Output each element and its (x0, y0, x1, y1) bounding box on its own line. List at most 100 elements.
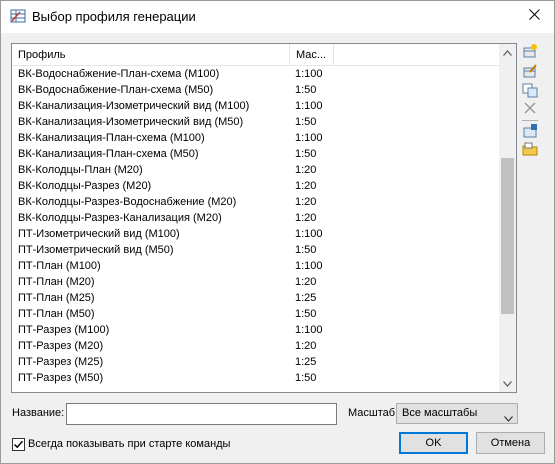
copy-profile-button[interactable] (521, 82, 539, 100)
list-row[interactable]: ВК-Канализация-Изометрический вид (М100)… (12, 98, 501, 114)
list-row[interactable]: ВК-Колодцы-План (М20) 1:20 (12, 162, 501, 178)
profile-name-cell: ВК-Колодцы-Разрез-Водоснабжение (М20) (18, 196, 237, 208)
scale-cell: 1:50 (295, 244, 317, 256)
list-row[interactable]: ПТ-Разрез (М100) 1:100 (12, 322, 501, 338)
scrollbar-thumb[interactable] (501, 157, 514, 314)
profile-name-cell: ВК-Водоснабжение-План-схема (М100) (18, 68, 220, 80)
edit-profile-icon (522, 63, 538, 82)
profile-name-cell: ПТ-План (М25) (18, 292, 95, 304)
list-rows: ВК-Водоснабжение-План-схема (М100) 1:100 В… (12, 66, 501, 386)
scale-cell: 1:20 (295, 164, 317, 176)
profile-name-cell: ВК-Колодцы-Разрез (М20) (18, 180, 152, 192)
list-row[interactable]: ПТ-Разрез (М50) 1:50 (12, 370, 501, 386)
scroll-down-button[interactable] (499, 375, 516, 392)
scale-select[interactable]: Все масштабы (396, 403, 518, 424)
scale-cell: 1:25 (295, 356, 317, 368)
export-folder-button[interactable] (521, 141, 539, 159)
new-profile-button[interactable] (521, 43, 539, 61)
scroll-up-button[interactable] (499, 44, 516, 61)
profile-name-cell: ПТ-План (М20) (18, 276, 95, 288)
dialog-window: Выбор профиля генерации Профиль Мас... В… (0, 0, 555, 464)
list-row[interactable]: ВК-Водоснабжение-План-схема (М100) 1:100 (12, 66, 501, 82)
scale-cell: 1:100 (295, 324, 323, 336)
chevron-down-icon (503, 378, 512, 390)
scale-cell: 1:50 (295, 372, 317, 384)
list-row[interactable]: ПТ-План (М50) 1:50 (12, 306, 501, 322)
list-row[interactable]: ВК-Водоснабжение-План-схема (М50) 1:50 (12, 82, 501, 98)
list-row[interactable]: ПТ-Разрез (М20) 1:20 (12, 338, 501, 354)
list-row[interactable]: ВК-Канализация-План-схема (М100) 1:100 (12, 130, 501, 146)
copy-profile-icon (522, 82, 538, 101)
always-show-label[interactable]: Всегда показывать при старте команды (28, 438, 230, 450)
toolbar-separator (522, 120, 538, 121)
profile-name-cell: ПТ-Разрез (М25) (18, 356, 104, 368)
list-header: Профиль Мас... (12, 44, 501, 66)
list-row[interactable]: ПТ-План (М100) 1:100 (12, 258, 501, 274)
scale-cell: 1:20 (295, 212, 317, 224)
profile-name-cell: ПТ-Разрез (М100) (18, 324, 110, 336)
scale-cell: 1:100 (295, 68, 323, 80)
always-show-checkbox[interactable] (12, 438, 25, 451)
scale-cell: 1:50 (295, 84, 317, 96)
profile-name-cell: ВК-Канализация-Изометрический вид (М100) (18, 100, 250, 112)
list-row[interactable]: ПТ-Изометрический вид (М100) 1:100 (12, 226, 501, 242)
list-row[interactable]: ПТ-План (М25) 1:25 (12, 290, 501, 306)
grid-app-icon (10, 8, 26, 24)
scale-cell: 1:50 (295, 148, 317, 160)
profile-list[interactable]: Профиль Мас... ВК-Водоснабжение-План-схе… (11, 43, 517, 393)
profile-name-cell: ВК-Канализация-План-схема (М100) (18, 132, 205, 144)
scale-cell: 1:100 (295, 100, 323, 112)
scale-cell: 1:20 (295, 180, 317, 192)
checkmark-icon (13, 440, 24, 449)
title-bar: Выбор профиля генерации (1, 1, 554, 33)
scale-cell: 1:100 (295, 260, 323, 272)
delete-icon (524, 101, 536, 117)
import-button[interactable] (521, 123, 539, 141)
column-header-scale[interactable]: Мас... (290, 44, 334, 66)
delete-button[interactable] (521, 100, 539, 118)
profile-name-cell: ВК-Канализация-Изометрический вид (М50) (18, 116, 244, 128)
edit-profile-button[interactable] (521, 63, 539, 81)
list-row[interactable]: ВК-Канализация-План-схема (М50) 1:50 (12, 146, 501, 162)
profile-name-cell: ВК-Водоснабжение-План-схема (М50) (18, 84, 214, 96)
cancel-button[interactable]: Отмена (476, 432, 545, 454)
list-row[interactable]: ПТ-Изометрический вид (М50) 1:50 (12, 242, 501, 258)
scale-cell: 1:20 (295, 340, 317, 352)
profile-name-cell: ПТ-Разрез (М20) (18, 340, 104, 352)
column-header-profile[interactable]: Профиль (12, 44, 290, 66)
profile-name-cell: ПТ-Изометрический вид (М100) (18, 228, 180, 240)
list-row[interactable]: ВК-Колодцы-Разрез-Канализация (М20) 1:20 (12, 210, 501, 226)
window-title: Выбор профиля генерации (32, 9, 196, 24)
profile-name-cell: ПТ-План (М100) (18, 260, 101, 272)
scale-cell: 1:20 (295, 276, 317, 288)
close-icon (528, 9, 540, 23)
name-label: Название: (12, 407, 65, 419)
close-button[interactable] (514, 1, 554, 31)
list-row[interactable]: ВК-Колодцы-Разрез-Водоснабжение (М20) 1:2… (12, 194, 501, 210)
scale-select-value: Все масштабы (402, 407, 478, 419)
scale-cell: 1:100 (295, 228, 323, 240)
ok-button[interactable]: OK (399, 432, 468, 454)
profile-toolbar (521, 43, 541, 163)
chevron-down-icon (504, 410, 513, 422)
profile-name-cell: ВК-Канализация-План-схема (М50) (18, 148, 199, 160)
chevron-up-icon (503, 47, 512, 59)
vertical-scrollbar[interactable] (499, 44, 516, 392)
new-profile-icon (522, 43, 538, 62)
scale-cell: 1:50 (295, 116, 317, 128)
list-row[interactable]: ПТ-План (М20) 1:20 (12, 274, 501, 290)
profile-name-cell: ВК-Колодцы-Разрез-Канализация (М20) (18, 212, 222, 224)
scale-cell: 1:100 (295, 132, 323, 144)
list-row[interactable]: ВК-Колодцы-Разрез (М20) 1:20 (12, 178, 501, 194)
export-folder-icon (522, 141, 538, 160)
profile-name-cell: ПТ-План (М50) (18, 308, 95, 320)
scale-label: Масштаб: (348, 407, 399, 419)
profile-name-cell: ВК-Колодцы-План (М20) (18, 164, 143, 176)
name-input[interactable] (66, 403, 337, 425)
import-icon (522, 123, 538, 142)
scale-cell: 1:20 (295, 196, 317, 208)
list-row[interactable]: ВК-Канализация-Изометрический вид (М50) 1… (12, 114, 501, 130)
profile-name-cell: ПТ-Изометрический вид (М50) (18, 244, 174, 256)
list-row[interactable]: ПТ-Разрез (М25) 1:25 (12, 354, 501, 370)
scale-cell: 1:50 (295, 308, 317, 320)
